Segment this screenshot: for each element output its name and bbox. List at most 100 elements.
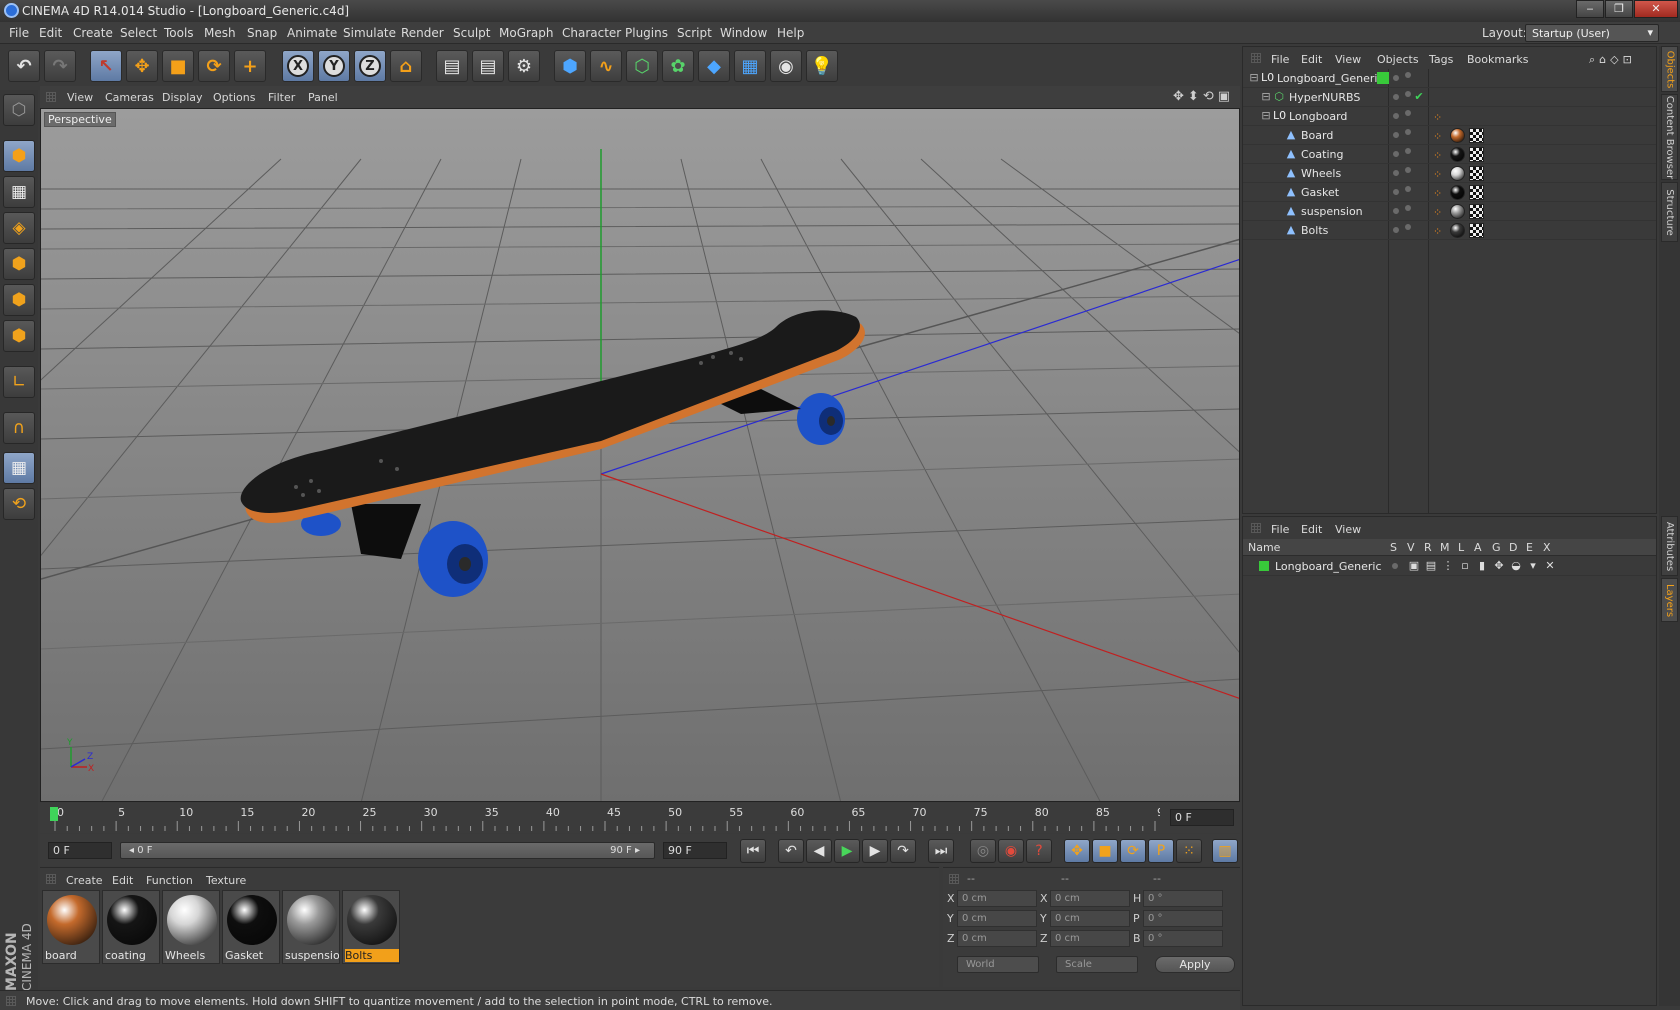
object-name[interactable]: suspension bbox=[1301, 205, 1363, 218]
objects-header-icons[interactable]: ⌕⌂◇⊡ bbox=[1589, 53, 1636, 67]
record-rotation-button[interactable]: ⟳ bbox=[1120, 839, 1146, 863]
menu-render[interactable]: Render bbox=[401, 26, 444, 40]
material-menu-function[interactable]: Function bbox=[146, 874, 193, 887]
material-swatch[interactable]: Wheels bbox=[162, 890, 220, 964]
objects-menu-objects[interactable]: Objects bbox=[1377, 53, 1419, 66]
object-tree-row[interactable]: ▲ suspension ⁘ bbox=[1243, 202, 1656, 221]
render-visibility-dot[interactable] bbox=[1405, 110, 1411, 116]
timeline-ruler[interactable]: 0 5 10 15 20 25 30 35 40 45 50 55 60 65 70 75 80 85 90 bbox=[50, 803, 1171, 833]
editor-visibility-dot[interactable] bbox=[1393, 189, 1399, 195]
tree-expand-icon[interactable] bbox=[1272, 186, 1284, 198]
viewport-menu-panel[interactable]: Panel bbox=[308, 91, 338, 104]
end-frame-field[interactable]: 90 F bbox=[663, 842, 727, 859]
record-parameter-button[interactable]: P bbox=[1148, 839, 1174, 863]
menu-plugins[interactable]: Plugins bbox=[625, 26, 668, 40]
layout-dropdown[interactable]: Startup (User) bbox=[1525, 24, 1659, 42]
phong-tag-icon[interactable]: ⁘ bbox=[1433, 225, 1442, 238]
object-name[interactable]: Bolts bbox=[1301, 224, 1328, 237]
move-tool-button[interactable]: ✥ bbox=[126, 50, 158, 82]
cube-primitive-button[interactable]: ⬢ bbox=[554, 50, 586, 82]
model-mode-icon[interactable]: ⬢ bbox=[3, 140, 35, 172]
menu-simulate[interactable]: Simulate bbox=[343, 26, 396, 40]
tab-objects[interactable]: Objects bbox=[1661, 46, 1678, 92]
layer-color-swatch[interactable] bbox=[1377, 72, 1389, 84]
workplane-mode-icon[interactable]: ◈ bbox=[3, 212, 35, 244]
object-tree-row[interactable]: ▲ Bolts ⁘ bbox=[1243, 221, 1656, 240]
render-visibility-dot[interactable] bbox=[1405, 224, 1411, 230]
polygons-mode-icon[interactable]: ⬢ bbox=[3, 320, 35, 352]
editor-visibility-dot[interactable] bbox=[1393, 75, 1399, 81]
layer-col-locked[interactable]: L bbox=[1458, 541, 1464, 554]
material-swatch[interactable]: board bbox=[42, 890, 100, 964]
go-to-start-button[interactable]: ⏮ bbox=[740, 839, 766, 863]
layer-lock-icon[interactable]: ▫ bbox=[1459, 560, 1471, 572]
axis-mode-icon[interactable]: ∟ bbox=[3, 366, 35, 398]
texture-mode-icon[interactable]: ▦ bbox=[3, 176, 35, 208]
points-mode-icon[interactable]: ⬢ bbox=[3, 248, 35, 280]
keyframe-selection-button[interactable]: ? bbox=[1026, 839, 1052, 863]
phong-tag-icon[interactable]: ⁘ bbox=[1433, 130, 1442, 143]
render-picture-viewer-button[interactable]: ▤ bbox=[472, 50, 504, 82]
editor-visibility-dot[interactable] bbox=[1393, 94, 1399, 100]
render-visibility-dot[interactable] bbox=[1405, 167, 1411, 173]
spline-button[interactable]: ∿ bbox=[590, 50, 622, 82]
object-tree-row[interactable]: ▲ Gasket ⁘ bbox=[1243, 183, 1656, 202]
apply-button[interactable]: Apply bbox=[1155, 956, 1235, 973]
tab-structure[interactable]: Structure bbox=[1661, 182, 1678, 242]
array-button[interactable]: ✿ bbox=[662, 50, 694, 82]
layer-col-solo[interactable]: S bbox=[1390, 541, 1397, 554]
enabled-check-icon[interactable]: ✔ bbox=[1413, 91, 1425, 103]
phong-tag-icon[interactable]: ⁘ bbox=[1433, 206, 1442, 219]
previous-frame-button[interactable]: ◀ bbox=[806, 839, 832, 863]
menu-edit[interactable]: Edit bbox=[39, 26, 62, 40]
coordinate-space-dropdown[interactable]: World bbox=[957, 956, 1039, 973]
coord-value-field[interactable]: 0 ° bbox=[1143, 910, 1223, 927]
redo-button[interactable]: ↷ bbox=[44, 50, 76, 82]
viewport-menu-view[interactable]: View bbox=[67, 91, 93, 104]
tree-expand-icon[interactable] bbox=[1272, 148, 1284, 160]
layer-col-deformers[interactable]: D bbox=[1509, 541, 1517, 554]
material-menu-edit[interactable]: Edit bbox=[112, 874, 133, 887]
coordinate-system-button[interactable]: ⌂ bbox=[390, 50, 422, 82]
layer-xref-icon[interactable]: ✕ bbox=[1544, 560, 1556, 572]
object-tree-row[interactable]: ▲ Coating ⁘ bbox=[1243, 145, 1656, 164]
menu-script[interactable]: Script bbox=[677, 26, 712, 40]
uvw-tag-icon[interactable] bbox=[1469, 223, 1484, 238]
object-name[interactable]: Wheels bbox=[1301, 167, 1341, 180]
tab-content-browser[interactable]: Content Browser bbox=[1661, 94, 1678, 180]
planar-workplane-icon[interactable]: ⟲ bbox=[3, 488, 35, 520]
play-button[interactable]: ▶ bbox=[834, 839, 860, 863]
material-menu-create[interactable]: Create bbox=[66, 874, 103, 887]
record-scale-button[interactable]: ■ bbox=[1092, 839, 1118, 863]
layer-animation-icon[interactable]: ▮ bbox=[1476, 560, 1488, 572]
layers-menu-edit[interactable]: Edit bbox=[1301, 523, 1322, 536]
coord-value-field[interactable]: 0 cm bbox=[957, 930, 1037, 947]
viewport-menu-cameras[interactable]: Cameras bbox=[105, 91, 154, 104]
scale-tool-button[interactable]: ■ bbox=[162, 50, 194, 82]
material-swatch[interactable]: suspension bbox=[282, 890, 340, 964]
viewport-menu-filter[interactable]: Filter bbox=[268, 91, 295, 104]
layer-col-view[interactable]: V bbox=[1407, 541, 1415, 554]
viewport-menu-display[interactable]: Display bbox=[162, 91, 203, 104]
material-tag-icon[interactable] bbox=[1450, 185, 1465, 200]
objects-menu-edit[interactable]: Edit bbox=[1301, 53, 1322, 66]
menu-help[interactable]: Help bbox=[777, 26, 804, 40]
uvw-tag-icon[interactable] bbox=[1469, 147, 1484, 162]
layer-col-xref[interactable]: X bbox=[1543, 541, 1551, 554]
maximize-button[interactable]: ❐ bbox=[1605, 0, 1633, 18]
frame-range-slider[interactable]: ◂ 0 F 90 F ▸ bbox=[120, 842, 655, 859]
layer-col-expressions[interactable]: E bbox=[1526, 541, 1533, 554]
current-frame-field[interactable]: 0 F bbox=[1170, 809, 1234, 826]
object-tree-row[interactable]: ⊟ L0 Longboard ⁘ bbox=[1243, 107, 1656, 126]
start-frame-field[interactable]: 0 F bbox=[48, 842, 112, 859]
object-name[interactable]: Coating bbox=[1301, 148, 1343, 161]
menu-character[interactable]: Character bbox=[562, 26, 621, 40]
previous-key-button[interactable]: ↶ bbox=[778, 839, 804, 863]
layer-row[interactable]: Longboard_Generic ▣ ▤ ⋮ ▫ ▮ ✥ ◒ ▾ ✕ bbox=[1243, 557, 1656, 576]
perspective-viewport[interactable]: Perspective Y X Z bbox=[40, 108, 1240, 802]
y-axis-lock-button[interactable]: Y bbox=[318, 50, 350, 82]
tree-expand-icon[interactable]: ⊟ bbox=[1260, 91, 1272, 103]
material-swatch[interactable]: Gasket bbox=[222, 890, 280, 964]
editor-visibility-dot[interactable] bbox=[1393, 113, 1399, 119]
material-tag-icon[interactable] bbox=[1450, 204, 1465, 219]
